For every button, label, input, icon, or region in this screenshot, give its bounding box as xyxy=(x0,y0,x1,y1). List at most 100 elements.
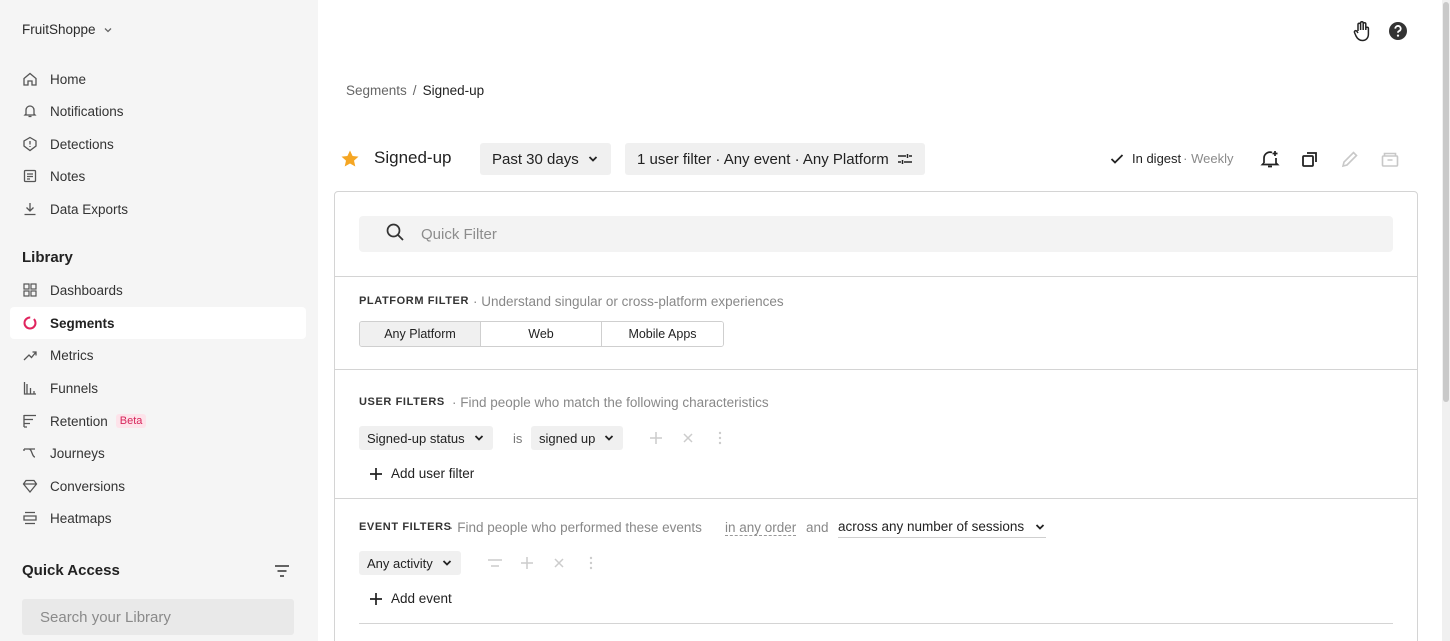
sidebar-item-notes[interactable]: Notes xyxy=(10,160,306,192)
edit-pencil-icon xyxy=(1339,148,1361,170)
platform-filter-description: · Understand singular or cross-platform … xyxy=(473,294,784,309)
retention-icon xyxy=(22,413,38,429)
check-icon xyxy=(1110,153,1124,164)
add-user-filter-label: Add user filter xyxy=(391,466,475,481)
platform-option-web[interactable]: Web xyxy=(481,322,602,346)
sidebar-item-conversions[interactable]: Conversions xyxy=(10,470,306,502)
close-icon[interactable] xyxy=(680,430,696,446)
sidebar-item-label: Dashboards xyxy=(50,282,123,298)
add-event-label: Add event xyxy=(391,591,452,606)
user-filter-value-dropdown[interactable]: signed up xyxy=(531,426,624,450)
operator-label: is xyxy=(513,431,523,446)
hand-icon[interactable] xyxy=(1351,20,1373,42)
note-icon xyxy=(22,168,38,184)
divider xyxy=(359,623,1393,624)
filter-summary-label: 1 user filter · Any event · Any Platform xyxy=(637,150,889,168)
scrollbar-thumb[interactable] xyxy=(1443,2,1449,402)
sidebar-item-dashboards[interactable]: Dashboards xyxy=(10,274,306,306)
chevron-down-icon xyxy=(1035,523,1045,530)
sidebar-item-label: Metrics xyxy=(50,347,94,363)
star-icon[interactable] xyxy=(340,149,360,169)
sidebar-item-metrics[interactable]: Metrics xyxy=(10,339,306,371)
sidebar-item-label: Journeys xyxy=(50,445,105,461)
breadcrumb: Segments / Signed-up xyxy=(346,83,484,98)
search-icon xyxy=(385,222,405,247)
divider xyxy=(335,498,1417,499)
more-vertical-icon[interactable] xyxy=(583,555,599,571)
org-name: FruitShoppe xyxy=(22,22,96,37)
filter-lines-icon[interactable] xyxy=(274,564,290,578)
alert-bell-add-icon[interactable] xyxy=(1259,148,1281,170)
add-event-button[interactable]: Add event xyxy=(369,591,452,606)
more-vertical-icon[interactable] xyxy=(712,430,728,446)
digest-frequency: · Weekly xyxy=(1183,151,1234,166)
sidebar-item-funnels[interactable]: Funnels xyxy=(10,372,306,404)
quick-filter-bar[interactable] xyxy=(359,216,1393,252)
scrollbar[interactable] xyxy=(1442,0,1450,641)
org-switcher[interactable]: FruitShoppe xyxy=(22,22,114,37)
funnel-bars-icon xyxy=(22,380,38,396)
beta-badge: Beta xyxy=(115,414,147,428)
and-label: and xyxy=(806,520,829,535)
sidebar-item-label: Detections xyxy=(50,136,114,152)
sidebar: FruitShoppe Home Notifications Detection… xyxy=(0,0,318,641)
sidebar-item-label: Retention xyxy=(50,413,108,429)
quick-filter-input[interactable] xyxy=(421,225,1321,243)
event-order-label: in any order xyxy=(725,520,797,536)
sidebar-item-label: Notifications xyxy=(50,103,124,119)
sidebar-item-home[interactable]: Home xyxy=(10,63,306,95)
library-search-input[interactable] xyxy=(22,599,294,635)
page-title: Signed-up xyxy=(374,148,452,167)
date-range-dropdown[interactable]: Past 30 days xyxy=(480,143,611,175)
plus-icon[interactable] xyxy=(519,555,535,571)
breadcrumb-current: Signed-up xyxy=(422,83,485,98)
sidebar-item-detections[interactable]: Detections xyxy=(10,128,306,160)
sidebar-item-label: Funnels xyxy=(50,380,99,396)
help-icon[interactable] xyxy=(1387,20,1409,42)
sidebar-item-notifications[interactable]: Notifications xyxy=(10,95,306,127)
sidebar-item-label: Home xyxy=(50,71,87,87)
sidebar-item-label: Notes xyxy=(50,168,86,184)
chevron-down-icon xyxy=(104,27,112,32)
chevron-down-icon xyxy=(442,560,451,566)
user-filters-heading: USER FILTERS xyxy=(359,396,445,408)
sidebar-item-data-exports[interactable]: Data Exports xyxy=(10,193,306,225)
event-order-toggle[interactable]: in any order xyxy=(725,520,797,536)
shield-icon xyxy=(22,136,38,152)
chevron-down-icon xyxy=(474,435,483,441)
sidebar-item-segments[interactable]: Segments xyxy=(10,307,306,339)
sidebar-item-label: Conversions xyxy=(50,478,126,494)
sessions-dropdown[interactable]: across any number of sessions xyxy=(838,519,1047,538)
duplicate-icon[interactable] xyxy=(1299,148,1321,170)
plus-icon xyxy=(370,467,382,480)
breadcrumb-parent-link[interactable]: Segments xyxy=(346,83,407,98)
platform-option-mobile-apps[interactable]: Mobile Apps xyxy=(602,322,723,346)
plus-icon xyxy=(370,592,382,605)
divider xyxy=(335,276,1417,277)
sidebar-item-label: Segments xyxy=(50,315,115,331)
sidebar-item-heatmaps[interactable]: Heatmaps xyxy=(10,502,306,534)
download-icon xyxy=(22,201,38,217)
chevron-down-icon xyxy=(605,435,614,441)
user-filter-field-dropdown[interactable]: Signed-up status xyxy=(359,426,493,450)
event-dropdown[interactable]: Any activity xyxy=(359,551,461,575)
sidebar-item-retention[interactable]: Retention Beta xyxy=(10,405,306,437)
add-user-filter-button[interactable]: Add user filter xyxy=(369,466,474,481)
user-filters-description: · Find people who match the following ch… xyxy=(452,395,769,410)
platform-option-any[interactable]: Any Platform xyxy=(360,322,481,346)
filter-summary-button[interactable]: 1 user filter · Any event · Any Platform xyxy=(625,143,925,175)
event-filter-lines-icon[interactable] xyxy=(487,555,503,571)
date-range-label: Past 30 days xyxy=(492,150,579,168)
event-filters-description: · Find people who performed these events xyxy=(449,520,702,535)
plus-icon[interactable] xyxy=(648,430,664,446)
digest-status[interactable]: In digest · Weekly xyxy=(1110,151,1233,166)
close-icon[interactable] xyxy=(551,555,567,571)
platform-filter-heading: PLATFORM FILTER xyxy=(359,295,470,307)
sidebar-item-journeys[interactable]: Journeys xyxy=(10,437,306,469)
home-icon xyxy=(22,71,38,87)
sessions-label: across any number of sessions xyxy=(838,519,1025,534)
diamond-icon xyxy=(22,478,38,494)
breadcrumb-separator: / xyxy=(412,83,417,98)
event-label: Any activity xyxy=(367,555,433,571)
sidebar-item-label: Heatmaps xyxy=(50,510,112,526)
